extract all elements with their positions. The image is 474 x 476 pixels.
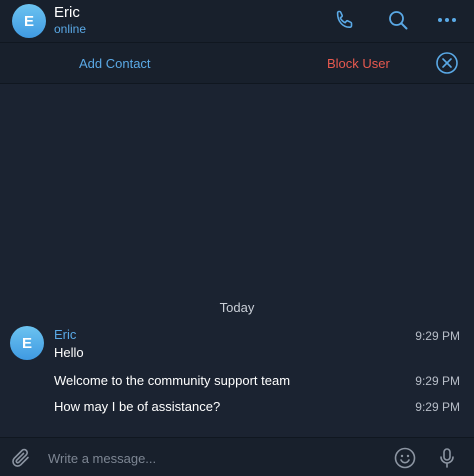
message-time: 9:29 PM	[415, 374, 460, 388]
block-user-button[interactable]: Block User	[327, 56, 390, 71]
message-composer	[0, 437, 474, 476]
contact-status: online	[54, 22, 87, 36]
close-icon[interactable]	[435, 51, 459, 75]
contact-action-bar: Add Contact Block User	[0, 43, 474, 84]
microphone-icon[interactable]	[435, 446, 459, 470]
date-separator: Today	[219, 300, 255, 315]
message-text: Welcome to the community support team	[54, 373, 291, 388]
message-text: How may I be of assistance?	[54, 399, 221, 414]
contact-avatar[interactable]: E	[12, 4, 46, 38]
contact-name[interactable]: Eric	[54, 4, 80, 21]
message-time: 9:29 PM	[415, 400, 460, 414]
search-icon[interactable]	[386, 8, 410, 32]
emoji-icon[interactable]	[393, 446, 417, 470]
message-text: Hello	[54, 345, 84, 360]
sender-name[interactable]: Eric	[54, 327, 76, 342]
chat-header: E Eric online	[0, 0, 474, 43]
message-time: 9:29 PM	[415, 329, 460, 343]
phone-icon[interactable]	[333, 8, 357, 32]
attach-icon[interactable]	[9, 446, 33, 470]
sender-avatar[interactable]: E	[10, 326, 44, 360]
more-icon[interactable]	[435, 8, 459, 32]
add-contact-button[interactable]: Add Contact	[79, 56, 151, 71]
message-list[interactable]: Today E Eric Hello 9:29 PM Welcome to th…	[0, 84, 474, 437]
message-input[interactable]	[46, 447, 370, 469]
